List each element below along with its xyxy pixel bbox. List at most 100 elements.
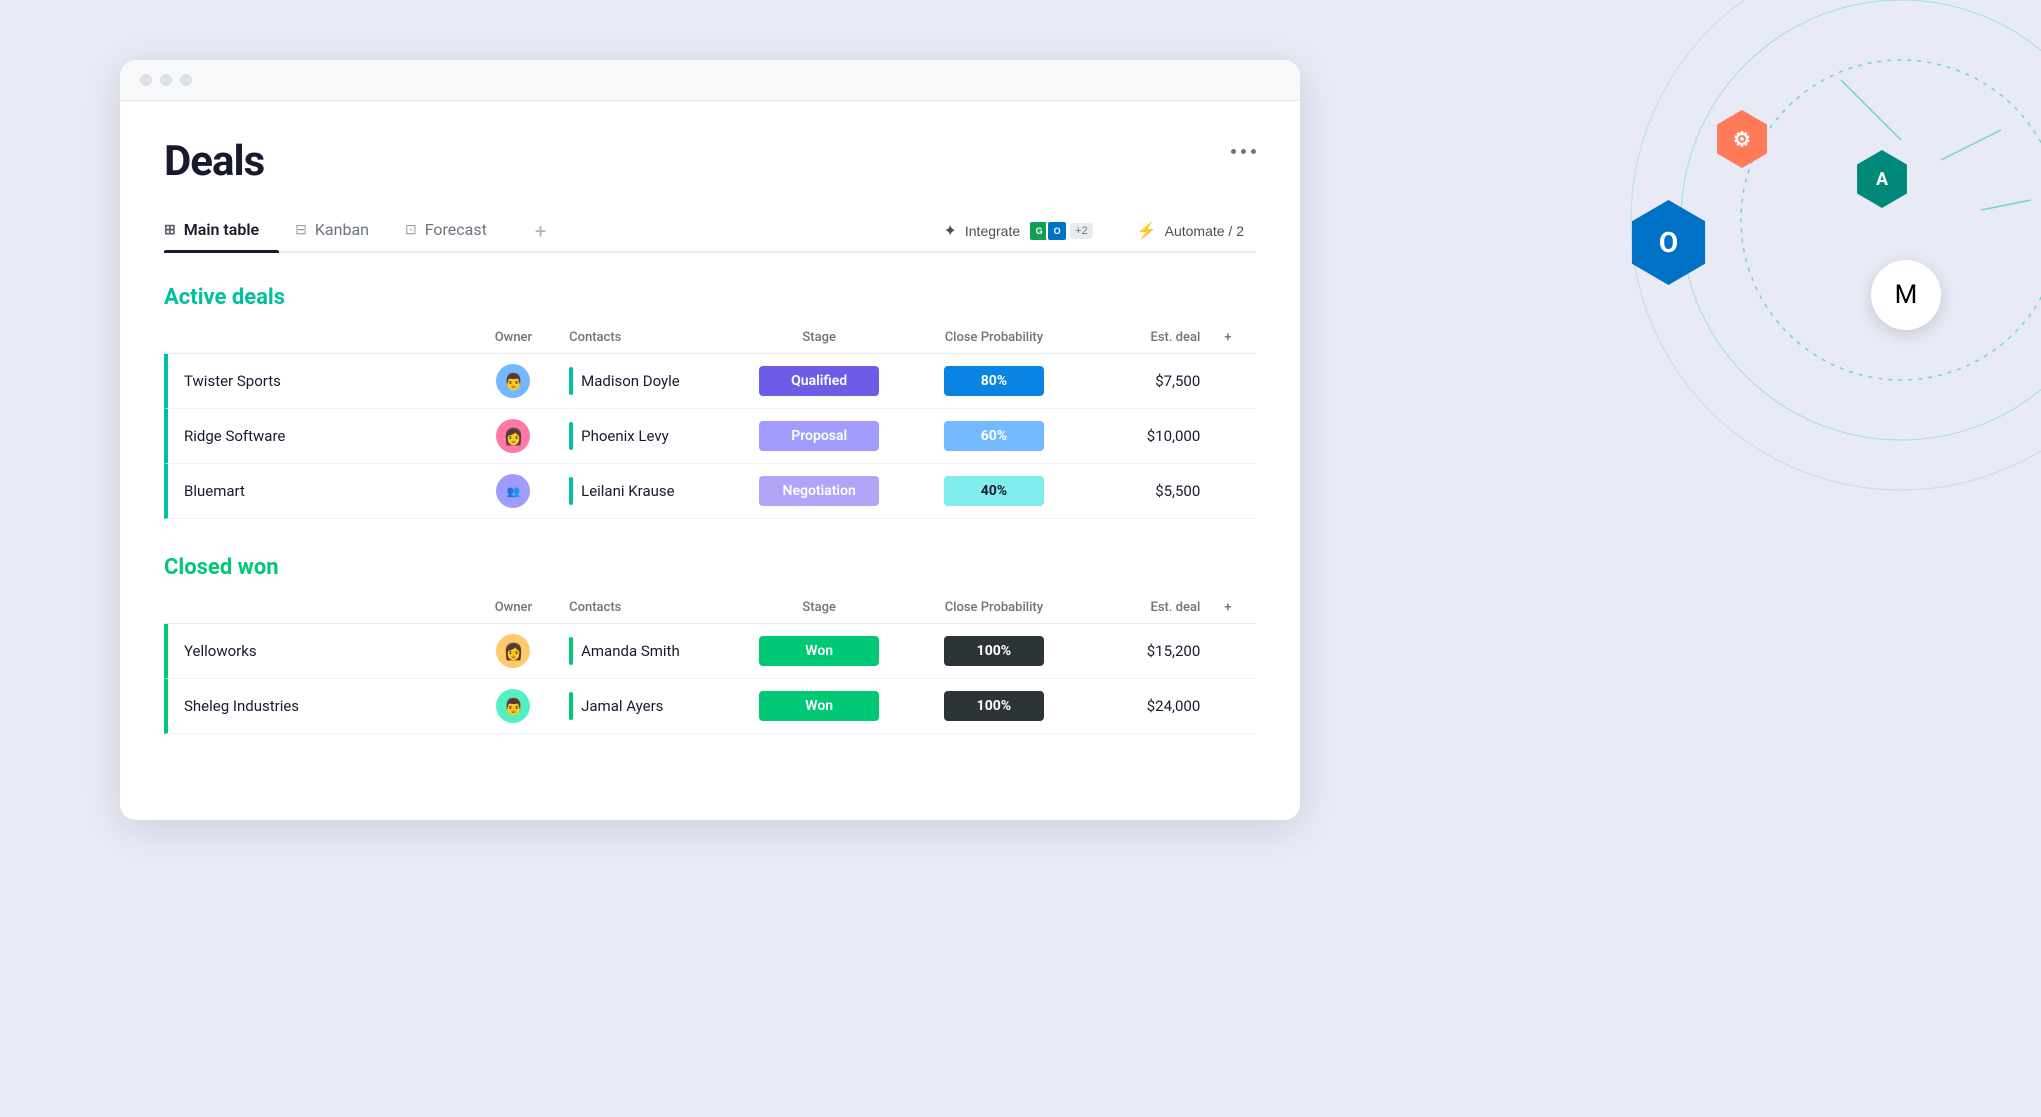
bg-decoration [1601,0,2041,520]
tab-main-table[interactable]: ⊞ Main table [164,210,279,251]
stage-badge-ridge: Proposal [759,421,879,451]
contact-name-yelloworks: Amanda Smith [581,642,680,660]
agile-icon: A [1853,150,1911,208]
integrate-icon: ✦ [943,221,956,241]
active-deals-title: Active deals [164,285,285,310]
deal-prob-bluemart: 40% [907,464,1082,519]
deal-stage-bluemart[interactable]: Negotiation [732,464,907,519]
col-won-header-name [164,592,470,624]
col-won-header-contacts: Contacts [557,592,732,624]
closed-won-title: Closed won [164,555,279,580]
col-won-header-stage: Stage [732,592,907,624]
deal-prob-yelloworks: 100% [907,624,1082,679]
deal-row-yelloworks: Yelloworks 👩 Amanda Smith Won [164,624,1256,679]
active-deals-header-row: Owner Contacts Stage Close Probability E… [164,322,1256,354]
prob-badge-sheleg: 100% [944,691,1044,721]
deal-prob-twister: 80% [907,354,1082,409]
deal-stage-twister[interactable]: Qualified [732,354,907,409]
deal-row-ridge: Ridge Software 👩 Phoenix Levy Proposal [164,409,1256,464]
closed-won-header-row: Owner Contacts Stage Close Probability E… [164,592,1256,624]
integrate-button[interactable]: ✦ Integrate G O +2 [931,214,1104,248]
contact-bar-sheleg [569,692,573,720]
forecast-icon: ⊡ [405,222,417,238]
integration-avatars: G O +2 [1028,220,1093,242]
deal-add-bluemart[interactable] [1212,464,1256,519]
more-dot-2 [1241,149,1246,154]
titlebar-dot-2 [160,74,172,86]
col-won-header-add: + [1212,592,1256,624]
deal-add-twister[interactable] [1212,354,1256,409]
deal-contact-ridge: Phoenix Levy [557,409,732,464]
gmail-icon: M [1871,260,1941,330]
deal-name-sheleg[interactable]: Sheleg Industries [164,679,470,734]
int-badge: +2 [1070,223,1093,239]
integrate-label: Integrate [965,223,1020,239]
active-deals-header: Active deals [164,285,1256,310]
contact-bar-ridge [569,422,573,450]
deal-name-bluemart[interactable]: Bluemart [164,464,470,519]
deal-add-sheleg[interactable] [1212,679,1256,734]
main-window: Deals ⊞ Main table ⊟ Kanban ⊡ Forecast + [120,60,1300,820]
hubspot-icon: ⚙ [1713,110,1771,168]
deal-stage-ridge[interactable]: Proposal [732,409,907,464]
deal-contact-twister: Madison Doyle [557,354,732,409]
more-dot-1 [1231,149,1236,154]
tab-actions: ✦ Integrate G O +2 ⚡ Automat [931,214,1256,248]
avatar-sheleg: 👨 [496,689,530,723]
col-header-stage: Stage [732,322,907,354]
col-header-deal: Est. deal [1081,322,1212,354]
deal-add-yelloworks[interactable] [1212,624,1256,679]
more-menu-button[interactable] [1231,149,1256,154]
tab-kanban-label: Kanban [315,220,369,239]
deal-row-bluemart: Bluemart 👥 Leilani Krause Negotiation [164,464,1256,519]
automate-button[interactable]: ⚡ Automate / 2 [1125,215,1256,247]
outlook-icon: O [1626,200,1711,285]
avatar-ridge: 👩 [496,419,530,453]
page-title: Deals [164,137,264,186]
int-avatar-2: O [1046,220,1068,242]
col-header-add: + [1212,322,1256,354]
tab-forecast[interactable]: ⊡ Forecast [405,210,507,251]
deal-prob-ridge: 60% [907,409,1082,464]
avatar-bluemart: 👥 [496,474,530,508]
deal-contact-yelloworks: Amanda Smith [557,624,732,679]
deal-owner-ridge: 👩 [470,409,557,464]
closed-won-section: Closed won Owner Contacts Stage Close Pr… [164,555,1256,734]
deal-add-ridge[interactable] [1212,409,1256,464]
kanban-icon: ⊟ [295,222,307,238]
contact-name-ridge: Phoenix Levy [581,427,669,445]
contact-bar-yelloworks [569,637,573,665]
page-header: Deals [164,137,1256,186]
stage-badge-twister: Qualified [759,366,879,396]
deal-name-yelloworks[interactable]: Yelloworks [164,624,470,679]
deal-owner-twister: 👨 [470,354,557,409]
deal-value-bluemart: $5,500 [1081,464,1212,519]
deal-value-ridge: $10,000 [1081,409,1212,464]
contact-name-bluemart: Leilani Krause [581,482,674,500]
deal-value-twister: $7,500 [1081,354,1212,409]
contact-bar-bluemart [569,477,573,505]
col-won-header-owner: Owner [470,592,557,624]
tab-main-table-label: Main table [184,220,259,239]
tab-kanban[interactable]: ⊟ Kanban [295,210,389,251]
deal-name-ridge[interactable]: Ridge Software [164,409,470,464]
deal-stage-sheleg[interactable]: Won [732,679,907,734]
titlebar-dot-3 [180,74,192,86]
more-dot-3 [1251,149,1256,154]
deal-value-yelloworks: $15,200 [1081,624,1212,679]
col-header-name [164,322,470,354]
prob-badge-twister: 80% [944,366,1044,396]
prob-badge-ridge: 60% [944,421,1044,451]
active-deals-table: Owner Contacts Stage Close Probability E… [164,322,1256,519]
deal-name-twister[interactable]: Twister Sports [164,354,470,409]
tabs-row: ⊞ Main table ⊟ Kanban ⊡ Forecast + ✦ Int… [164,210,1256,253]
col-header-prob: Close Probability [907,322,1082,354]
deal-contact-bluemart: Leilani Krause [557,464,732,519]
col-header-contacts: Contacts [557,322,732,354]
closed-won-header: Closed won [164,555,1256,580]
deal-stage-yelloworks[interactable]: Won [732,624,907,679]
tab-forecast-label: Forecast [425,220,487,239]
deal-contact-sheleg: Jamal Ayers [557,679,732,734]
closed-won-table: Owner Contacts Stage Close Probability E… [164,592,1256,734]
tab-add-button[interactable]: + [523,211,558,251]
